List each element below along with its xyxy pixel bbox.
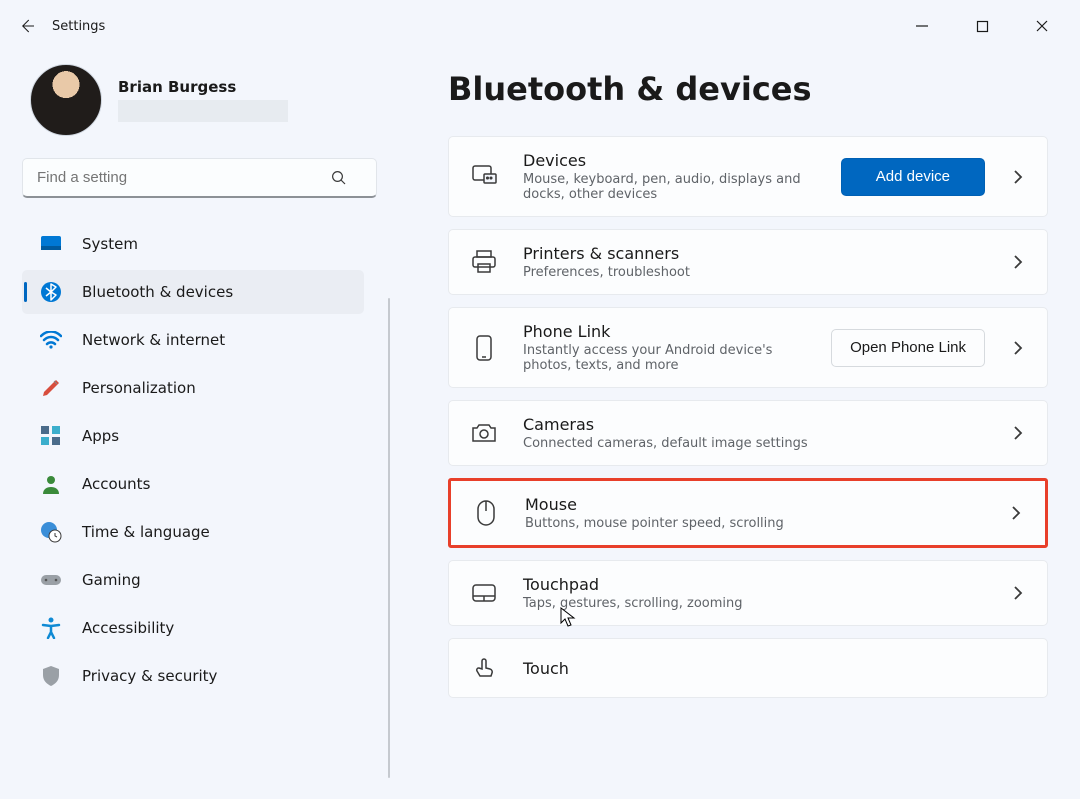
display-icon xyxy=(40,233,62,255)
paintbrush-icon xyxy=(40,377,62,399)
card-title: Touch xyxy=(523,659,1027,678)
app-title: Settings xyxy=(52,19,105,34)
card-subtitle: Connected cameras, default image setting… xyxy=(523,436,985,451)
sidebar-item-system[interactable]: System xyxy=(22,222,364,266)
person-icon xyxy=(40,473,62,495)
sidebar-item-bluetooth[interactable]: Bluetooth & devices xyxy=(22,270,364,314)
mouse-icon xyxy=(471,498,501,528)
search-icon xyxy=(330,169,348,187)
sidebar-item-label: Gaming xyxy=(82,571,141,589)
shield-icon xyxy=(40,665,62,687)
gamepad-icon xyxy=(40,569,62,591)
bluetooth-icon xyxy=(40,281,62,303)
chevron-right-icon xyxy=(1009,584,1027,602)
sidebar-item-accessibility[interactable]: Accessibility xyxy=(22,606,364,650)
sidebar-scrollbar[interactable] xyxy=(388,298,390,778)
phone-icon xyxy=(469,333,499,363)
open-phone-link-button[interactable]: Open Phone Link xyxy=(831,329,985,367)
sidebar-item-gaming[interactable]: Gaming xyxy=(22,558,364,602)
sidebar-item-network[interactable]: Network & internet xyxy=(22,318,364,362)
chevron-right-icon xyxy=(1009,339,1027,357)
card-subtitle: Mouse, keyboard, pen, audio, displays an… xyxy=(523,172,817,202)
card-title: Touchpad xyxy=(523,575,985,594)
profile-name: Brian Burgess xyxy=(118,78,372,96)
accessibility-icon xyxy=(40,617,62,639)
card-title: Cameras xyxy=(523,415,985,434)
sidebar-item-label: Privacy & security xyxy=(82,667,217,685)
sidebar-item-personalization[interactable]: Personalization xyxy=(22,366,364,410)
chevron-right-icon xyxy=(1009,253,1027,271)
chevron-right-icon xyxy=(1009,424,1027,442)
card-subtitle: Instantly access your Android device's p… xyxy=(523,343,807,373)
card-printers[interactable]: Printers & scanners Preferences, trouble… xyxy=(448,229,1048,295)
profile-block[interactable]: Brian Burgess xyxy=(30,64,372,136)
card-cameras[interactable]: Cameras Connected cameras, default image… xyxy=(448,400,1048,466)
chevron-right-icon xyxy=(1007,504,1025,522)
card-subtitle: Taps, gestures, scrolling, zooming xyxy=(523,596,985,611)
card-title: Mouse xyxy=(525,495,983,514)
printer-icon xyxy=(469,247,499,277)
card-subtitle: Preferences, troubleshoot xyxy=(523,265,985,280)
card-devices[interactable]: Devices Mouse, keyboard, pen, audio, dis… xyxy=(448,136,1048,217)
wifi-icon xyxy=(40,329,62,351)
chevron-right-icon xyxy=(1009,168,1027,186)
maximize-button[interactable] xyxy=(952,6,1012,46)
apps-icon xyxy=(40,425,62,447)
card-title: Devices xyxy=(523,151,817,170)
sidebar-nav: System Bluetooth & devices Network & int… xyxy=(22,222,372,698)
close-button[interactable] xyxy=(1012,6,1072,46)
sidebar-item-label: Accounts xyxy=(82,475,150,493)
sidebar-item-label: Accessibility xyxy=(82,619,174,637)
back-button[interactable] xyxy=(8,6,48,46)
minimize-button[interactable] xyxy=(892,6,952,46)
page-title: Bluetooth & devices xyxy=(448,70,1048,108)
sidebar-item-apps[interactable]: Apps xyxy=(22,414,364,458)
globe-clock-icon xyxy=(40,521,62,543)
card-mouse[interactable]: Mouse Buttons, mouse pointer speed, scro… xyxy=(448,478,1048,548)
profile-email-placeholder xyxy=(118,100,288,122)
sidebar-item-label: Apps xyxy=(82,427,119,445)
search-wrap xyxy=(22,158,372,198)
arrow-left-icon xyxy=(19,17,37,35)
sidebar-item-privacy[interactable]: Privacy & security xyxy=(22,654,364,698)
card-touchpad[interactable]: Touchpad Taps, gestures, scrolling, zoom… xyxy=(448,560,1048,626)
add-device-button[interactable]: Add device xyxy=(841,158,985,196)
main-content: Bluetooth & devices Devices Mouse, keybo… xyxy=(392,52,1080,799)
touch-icon xyxy=(469,653,499,683)
close-icon xyxy=(1035,19,1049,33)
sidebar: Brian Burgess System Bluetooth & devic xyxy=(22,52,392,799)
card-title: Phone Link xyxy=(523,322,807,341)
sidebar-item-label: Bluetooth & devices xyxy=(82,283,233,301)
avatar xyxy=(30,64,102,136)
sidebar-item-label: System xyxy=(82,235,138,253)
sidebar-item-time-language[interactable]: Time & language xyxy=(22,510,364,554)
maximize-icon xyxy=(976,20,989,33)
card-touch[interactable]: Touch xyxy=(448,638,1048,698)
card-subtitle: Buttons, mouse pointer speed, scrolling xyxy=(525,516,983,531)
sidebar-item-label: Personalization xyxy=(82,379,196,397)
sidebar-item-label: Time & language xyxy=(82,523,210,541)
devices-icon xyxy=(469,162,499,192)
minimize-icon xyxy=(915,19,929,33)
sidebar-item-accounts[interactable]: Accounts xyxy=(22,462,364,506)
camera-icon xyxy=(469,418,499,448)
sidebar-item-label: Network & internet xyxy=(82,331,225,349)
search-input[interactable] xyxy=(22,158,377,198)
card-phone-link[interactable]: Phone Link Instantly access your Android… xyxy=(448,307,1048,388)
title-bar: Settings xyxy=(0,0,1080,52)
card-title: Printers & scanners xyxy=(523,244,985,263)
touchpad-icon xyxy=(469,578,499,608)
